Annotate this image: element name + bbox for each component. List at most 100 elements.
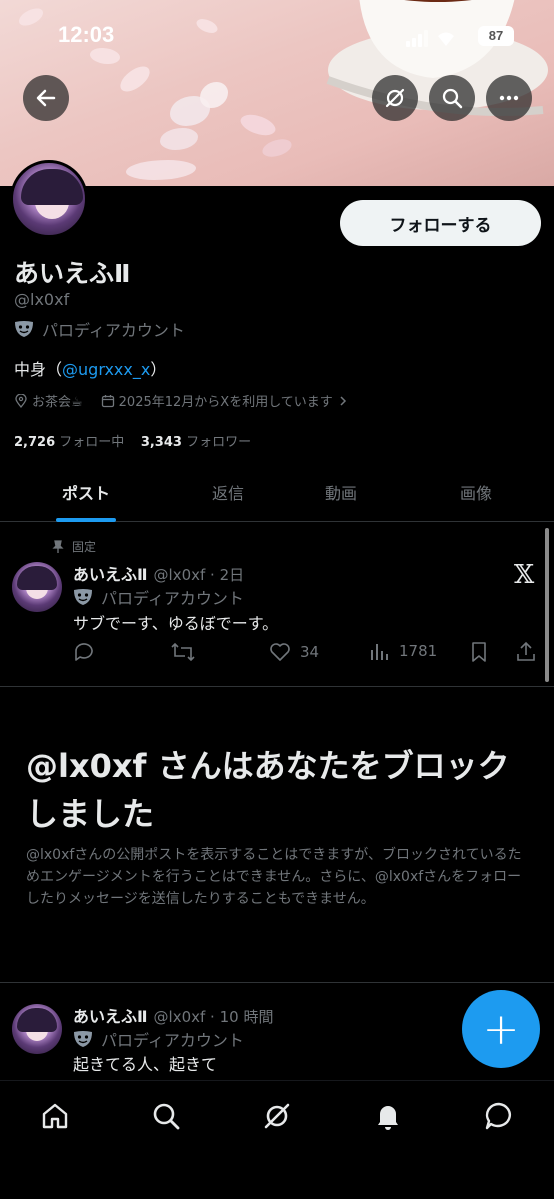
blocked-body: @lx0xfさんの公開ポストを表示することはできますが、ブロックされているためエ…: [26, 847, 522, 907]
share-icon: [517, 641, 535, 661]
post-author-name[interactable]: あいえふⅡ: [73, 561, 148, 585]
views-icon: [371, 644, 388, 660]
back-button[interactable]: [23, 75, 69, 121]
pinned-indicator: 固定: [52, 538, 96, 555]
post-divider: [0, 982, 554, 983]
reply-button[interactable]: [72, 640, 96, 664]
compose-button[interactable]: +: [462, 990, 540, 1068]
follow-button[interactable]: フォローする: [340, 200, 541, 246]
nav-notifications[interactable]: [371, 1099, 405, 1133]
tab-images[interactable]: 画像: [460, 480, 492, 504]
parody-badge: パロディアカウント: [73, 1027, 244, 1051]
avatar-hair: [17, 1008, 57, 1032]
parody-mask-icon: [74, 589, 92, 605]
profile-banner[interactable]: 12:03 87: [0, 0, 554, 186]
banner-petal: [160, 128, 198, 150]
bookmark-icon: [472, 642, 486, 662]
post-avatar[interactable]: [12, 1004, 62, 1054]
parody-badge: パロディアカウント: [14, 317, 185, 341]
more-button[interactable]: [486, 75, 532, 121]
share-button[interactable]: [515, 640, 537, 664]
search-button[interactable]: [429, 75, 475, 121]
profile-bio: 中身（@ugrxxx_x）: [14, 356, 166, 380]
banner-petal: [260, 137, 294, 159]
followers-label: フォロワー: [186, 435, 252, 450]
status-time: 12:03: [58, 22, 115, 47]
calendar-icon: [101, 394, 114, 407]
grok-button[interactable]: [372, 75, 418, 121]
parody-badge: パロディアカウント: [73, 585, 244, 609]
post-author-name[interactable]: あいえふⅡ: [73, 1003, 148, 1027]
post-divider: [0, 686, 554, 687]
bottom-navigation: [0, 1080, 554, 1199]
post-meta: @lx0xf · 10 時間: [153, 1008, 274, 1026]
post-meta: @lx0xf · 2日: [153, 566, 245, 584]
nav-home[interactable]: [38, 1099, 72, 1133]
repost-icon: [171, 642, 195, 662]
location-icon: [15, 393, 27, 408]
followers-count: 3,343: [140, 435, 182, 450]
back-icon: [36, 89, 56, 107]
post-actions: 34 1781: [72, 640, 542, 666]
follow-stats: 2,726 フォロー中 3,343 フォロワー: [14, 431, 251, 450]
bookmark-button[interactable]: [468, 640, 490, 664]
parody-label: パロディアカウント: [101, 1031, 244, 1050]
parody-label: パロディアカウント: [101, 589, 244, 608]
parody-mask-icon: [15, 321, 33, 337]
pin-icon: [52, 539, 64, 553]
bio-suffix: ）: [150, 360, 167, 379]
banner-petal: [126, 160, 196, 180]
repost-button[interactable]: [170, 640, 196, 664]
x-logo-icon: 𝕏: [514, 560, 535, 590]
message-icon: [485, 1102, 511, 1130]
avatar-hair: [21, 169, 83, 205]
tab-replies[interactable]: 返信: [212, 480, 244, 504]
views-count: 1781: [399, 642, 438, 660]
search-icon: [153, 1103, 180, 1130]
tab-posts[interactable]: ポスト: [62, 480, 110, 504]
status-bar: 12:03 87: [0, 0, 554, 70]
post-header: あいえふⅡ @lx0xf · 10 時間: [73, 1003, 273, 1027]
nav-grok[interactable]: [260, 1099, 294, 1133]
banner-petal: [200, 82, 228, 108]
post-text: サブでーす、ゆるぼでーす。: [73, 614, 279, 633]
followers-link[interactable]: 3,343 フォロワー: [141, 435, 251, 450]
bio-link[interactable]: @ugrxxx_x: [62, 360, 150, 379]
profile-joined[interactable]: 2025年12月からXを利用しています: [119, 391, 333, 410]
nav-messages[interactable]: [482, 1099, 516, 1133]
home-icon: [42, 1103, 68, 1129]
like-button[interactable]: 34: [268, 640, 319, 664]
signal-wifi-icon: [406, 30, 454, 47]
avatar-hair: [17, 566, 57, 590]
bell-icon: [378, 1106, 398, 1130]
following-link[interactable]: 2,726 フォロー中: [14, 435, 124, 450]
reply-icon: [75, 643, 93, 661]
profile-handle: @lx0xf: [14, 290, 70, 309]
plus-icon: +: [482, 1003, 520, 1055]
search-icon: [442, 88, 463, 109]
profile-meta: お茶会☕ 2025年12月からXを利用しています: [14, 391, 349, 410]
parody-mask-icon: [74, 1031, 92, 1047]
banner-petal: [237, 109, 279, 141]
more-icon: [499, 95, 519, 101]
profile-tabs: ポスト 返信 動画 画像: [0, 462, 554, 522]
post-avatar[interactable]: [12, 562, 62, 612]
grok-icon: [385, 88, 405, 108]
nav-search[interactable]: [149, 1099, 183, 1133]
pinned-label: 固定: [72, 540, 97, 554]
parody-label: パロディアカウント: [42, 321, 185, 340]
tab-videos[interactable]: 動画: [325, 480, 357, 504]
blocked-title: @lx0xf さんはあなたをブロックしました: [26, 747, 510, 833]
post-text: 起きてる人、起きて: [73, 1055, 218, 1074]
profile-location: お茶会☕: [32, 395, 83, 410]
views-button[interactable]: 1781: [369, 640, 437, 662]
scrollbar[interactable]: [545, 528, 549, 682]
following-count: 2,726: [14, 435, 56, 450]
like-count: 34: [300, 643, 320, 661]
profile-avatar[interactable]: [10, 160, 88, 238]
chevron-right-icon: [340, 395, 346, 406]
bio-prefix: 中身（: [14, 360, 63, 379]
battery-indicator: 87: [478, 26, 514, 46]
heart-icon: [270, 643, 290, 661]
profile-name: あいえふⅡ: [14, 259, 131, 288]
